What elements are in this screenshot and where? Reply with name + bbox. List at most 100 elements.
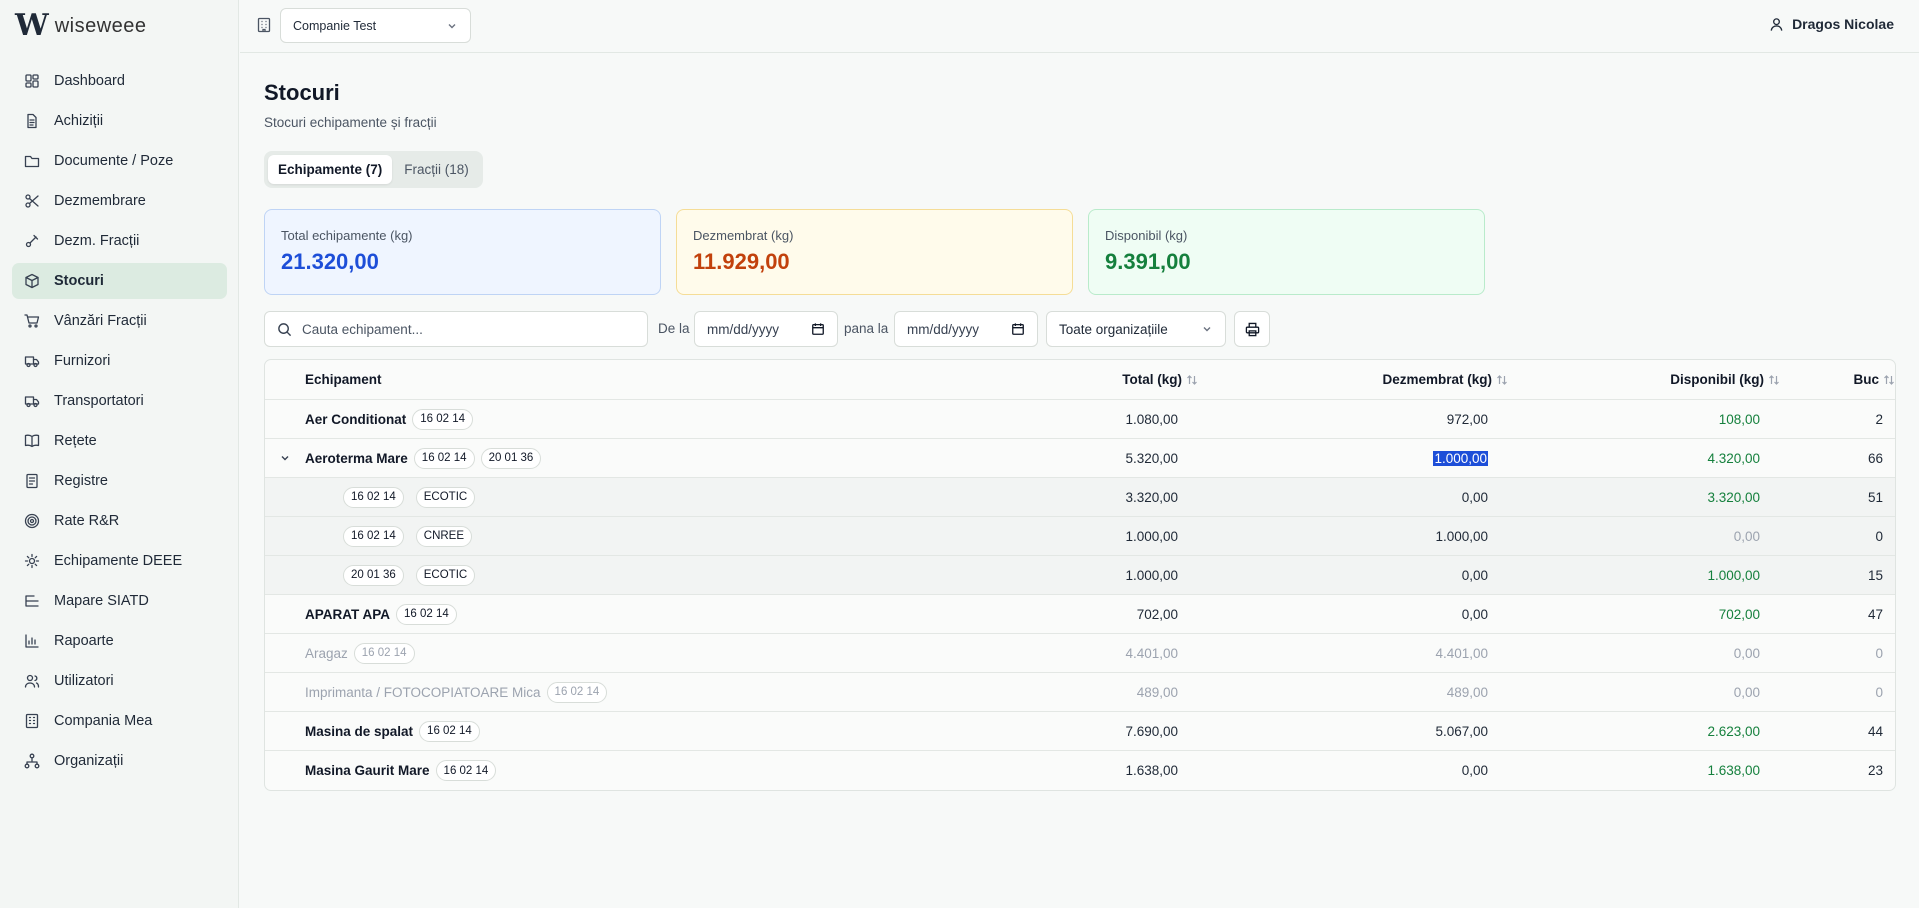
cell-equipment: APARAT APA 16 02 14 xyxy=(305,603,915,625)
cell-disponibil-wrap: 0,00 xyxy=(1508,646,1780,661)
card-disponibil-label: Disponibil (kg) xyxy=(1105,228,1188,243)
cell-equipment: Masina de spalat 16 02 14 xyxy=(305,720,915,742)
sidebar-item-echipamente-deee[interactable]: Echipamente DEEE xyxy=(12,543,227,579)
sidebar-item-organizatii[interactable]: Organizații xyxy=(12,743,227,779)
table-row[interactable]: Masina de spalat 16 02 14 7.690,00 5.067,00… xyxy=(265,712,1895,751)
logo-text: wiseweee xyxy=(54,14,147,37)
equipment-name: Aeroterma Mare xyxy=(305,450,408,466)
sidebar-item-registre[interactable]: Registre xyxy=(12,463,227,499)
sidebar-item-documente-poze[interactable]: Documente / Poze xyxy=(12,143,227,179)
search-box[interactable] xyxy=(264,311,648,347)
expand-toggle[interactable] xyxy=(265,452,305,464)
search-icon xyxy=(278,322,292,336)
list-tree-icon xyxy=(25,595,39,607)
sort-icon xyxy=(1497,374,1507,385)
sidebar-item-transportatori[interactable]: Transportatori xyxy=(12,383,227,419)
table-row[interactable]: APARAT APA 16 02 14 702,00 0,00 702,00 47 xyxy=(265,595,1895,634)
cell-dezmembrat: 1.000,00 xyxy=(1435,528,1488,544)
cell-total-wrap: 1.000,00 xyxy=(915,568,1198,583)
col-echipament[interactable]: Echipament xyxy=(305,372,915,387)
sidebar-item-achizitii[interactable]: Achiziții xyxy=(12,103,227,139)
col-total[interactable]: Total (kg) xyxy=(915,372,1198,387)
sidebar-item-vanzari-fractii[interactable]: Vânzări Fracții xyxy=(12,303,227,339)
cell-dezmembrat-wrap: 489,00 xyxy=(1198,685,1508,700)
page-title: Stocuri xyxy=(264,80,340,105)
search-input[interactable] xyxy=(302,321,622,337)
col-dezmembrat[interactable]: Dezmembrat (kg) xyxy=(1198,372,1508,387)
sidebar-item-dezm-fractii[interactable]: Dezm. Fracții xyxy=(12,223,227,259)
equipment-name: Aragaz xyxy=(305,645,348,661)
code-badge: 16 02 14 xyxy=(419,720,480,742)
tab-fractii[interactable]: Fracții (18) xyxy=(394,155,479,184)
sidebar-item-rate-r-r[interactable]: Rate R&R xyxy=(12,503,227,539)
sidebar-item-rapoarte[interactable]: Rapoarte xyxy=(12,623,227,659)
target-icon xyxy=(24,513,40,529)
cell-buc: 0 xyxy=(1875,528,1883,544)
cell-dezmembrat-wrap: 0,00 xyxy=(1198,490,1508,505)
date-from-input[interactable]: mm/dd/yyyy xyxy=(694,311,838,347)
cell-dezmembrat: 489,00 xyxy=(1446,684,1488,700)
date-to-placeholder: mm/dd/yyyy xyxy=(907,321,980,337)
cell-disponibil-wrap: 0,00 xyxy=(1508,529,1780,544)
table-row[interactable]: Aragaz 16 02 14 4.401,00 4.401,00 0,00 0 xyxy=(265,634,1895,673)
code-badge: CNREE xyxy=(415,525,473,547)
cell-disponibil: 3.320,00 xyxy=(1707,489,1760,505)
box-icon xyxy=(25,273,39,289)
print-button[interactable] xyxy=(1234,311,1270,347)
user-icon xyxy=(1770,17,1783,31)
table-subrow[interactable]: 20 01 36 ECOTIC 1.000,00 0,00 1.000,00 15 xyxy=(265,556,1895,595)
card-total: Total echipamente (kg) 21.320,00 xyxy=(264,209,661,295)
cell-dezmembrat-wrap: 1.000,00 xyxy=(1198,529,1508,544)
cell-total: 1.000,00 xyxy=(1125,528,1178,544)
sidebar-item-dezmembrare[interactable]: Dezmembrare xyxy=(12,183,227,219)
organization-select[interactable]: Toate organizațiile xyxy=(1046,311,1226,347)
cell-disponibil-wrap: 4.320,00 xyxy=(1508,451,1780,466)
cell-dezmembrat: 0,00 xyxy=(1461,567,1488,583)
card-dezmembrat-value: 11.929,00 xyxy=(693,249,790,274)
sidebar-item-label: Organizații xyxy=(54,753,124,769)
folder-icon xyxy=(24,155,40,168)
table-row[interactable]: Aer Conditionat 16 02 14 1.080,00 972,00 108… xyxy=(265,400,1895,439)
calendar-icon[interactable] xyxy=(811,322,825,336)
equipment-name: Imprimanta / FOTOCOPIATOARE Mica xyxy=(305,684,541,700)
table-row[interactable]: Masina Gaurit Mare 16 02 14 1.638,00 0,00 1.… xyxy=(265,751,1895,790)
stock-table: Echipament Total (kg) Dezmembrat (kg) Di… xyxy=(264,359,1896,791)
cell-buc-wrap: 66 xyxy=(1780,451,1895,466)
sidebar-item-dashboard[interactable]: Dashboard xyxy=(12,63,227,99)
date-to-input[interactable]: mm/dd/yyyy xyxy=(894,311,1038,347)
top-bar: Companie Test Dragos Nicolae xyxy=(240,0,1919,53)
organization-select-value: Toate organizațiile xyxy=(1059,321,1168,337)
cell-buc-wrap: 23 xyxy=(1780,763,1895,778)
cell-disponibil: 0,00 xyxy=(1733,528,1760,544)
sidebar-item-label: Rapoarte xyxy=(54,633,114,649)
sidebar-item-mapare-siatd[interactable]: Mapare SIATD xyxy=(12,583,227,619)
card-dezmembrat: Dezmembrat (kg) 11.929,00 xyxy=(676,209,1073,295)
sidebar-item-label: Documente / Poze xyxy=(54,153,174,169)
sidebar-item-stocuri[interactable]: Stocuri xyxy=(12,263,227,299)
cell-buc: 44 xyxy=(1867,723,1883,739)
table-row[interactable]: Aeroterma Mare 16 02 14 20 01 36 5.320,00 1.… xyxy=(265,439,1895,478)
company-select[interactable]: Companie Test xyxy=(280,8,471,43)
cell-equipment: 16 02 14 CNREE xyxy=(305,525,915,547)
sidebar-item-utilizatori[interactable]: Utilizatori xyxy=(12,663,227,699)
cell-disponibil-wrap: 702,00 xyxy=(1508,607,1780,622)
logo-mark: W xyxy=(15,8,49,43)
user-menu[interactable]: Dragos Nicolae xyxy=(1769,16,1894,32)
calendar-icon[interactable] xyxy=(1011,322,1025,336)
tab-echipamente[interactable]: Echipamente (7) xyxy=(268,155,393,184)
col-disponibil[interactable]: Disponibil (kg) xyxy=(1508,372,1780,387)
sidebar-item-retete[interactable]: Rețete xyxy=(12,423,227,459)
app-logo[interactable]: W wiseweee xyxy=(15,9,147,43)
chevron-down-icon[interactable] xyxy=(279,452,291,464)
table-subrow[interactable]: 16 02 14 ECOTIC 3.320,00 0,00 3.320,00 51 xyxy=(265,478,1895,517)
table-row[interactable]: Imprimanta / FOTOCOPIATOARE Mica 16 02 14… xyxy=(265,673,1895,712)
sidebar-item-compania-mea[interactable]: Compania Mea xyxy=(12,703,227,739)
cell-total-wrap: 1.080,00 xyxy=(915,412,1198,427)
sidebar-item-furnizori[interactable]: Furnizori xyxy=(12,343,227,379)
col-buc[interactable]: Buc xyxy=(1780,372,1895,387)
sidebar-item-label: Transportatori xyxy=(54,393,144,409)
cell-total-wrap: 4.401,00 xyxy=(915,646,1198,661)
sidebar-item-label: Dezm. Fracții xyxy=(54,233,140,249)
table-subrow[interactable]: 16 02 14 CNREE 1.000,00 1.000,00 0,00 0 xyxy=(265,517,1895,556)
truck-icon xyxy=(24,396,40,408)
